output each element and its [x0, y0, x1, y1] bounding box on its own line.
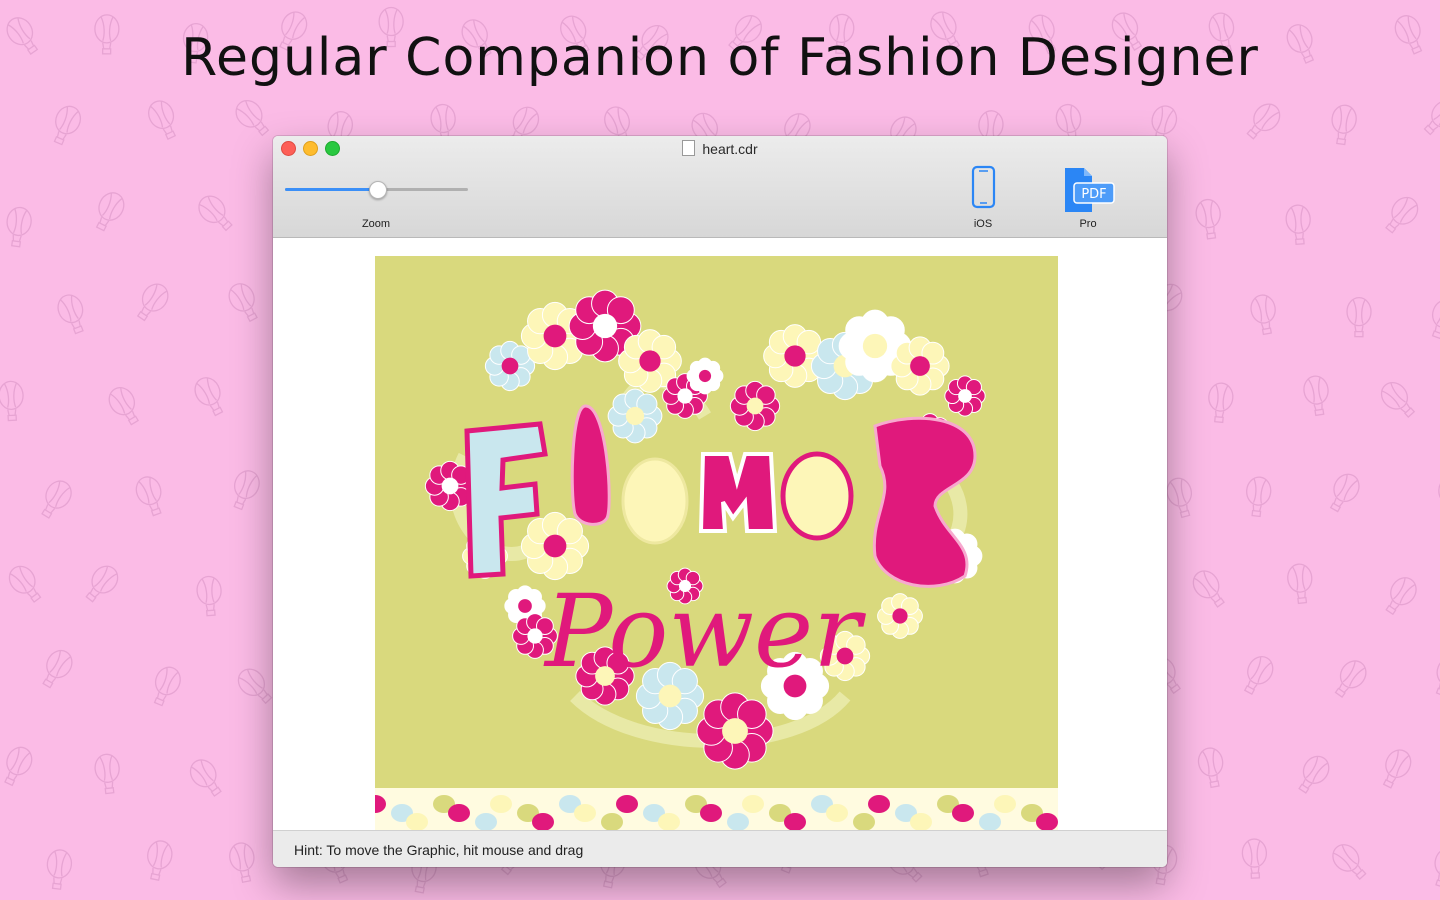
- pdf-badge-text: PDF: [1081, 187, 1106, 202]
- balloon-icon: [8, 565, 42, 603]
- flower: [944, 375, 986, 417]
- balloon-icon: [1166, 477, 1193, 519]
- balloon-icon: [1382, 749, 1412, 789]
- balloon-icon: [136, 283, 169, 322]
- zoom-slider-knob[interactable]: [368, 181, 387, 199]
- balloon-icon: [135, 476, 162, 517]
- flower: [520, 511, 590, 581]
- balloon-icon: [1208, 382, 1234, 424]
- flower: [890, 336, 950, 396]
- balloon-icon: [46, 849, 73, 890]
- strip-petal: [994, 795, 1016, 813]
- balloon-icon: [57, 294, 84, 335]
- balloon-icon: [1298, 755, 1330, 794]
- balloon-icon: [1332, 844, 1367, 880]
- balloon-icon: [1434, 847, 1440, 888]
- balloon-icon: [1246, 103, 1281, 140]
- balloon-icon: [148, 100, 177, 140]
- status-bar: Hint: To move the Graphic, hit mouse and…: [273, 830, 1167, 867]
- balloon-icon: [198, 195, 233, 232]
- pro-button[interactable]: PDF Pro: [1053, 164, 1123, 234]
- strip-petal: [574, 804, 596, 822]
- balloon-icon: [229, 842, 255, 884]
- flower: [607, 388, 663, 444]
- balloon-icon: [235, 99, 270, 137]
- balloon-icon: [94, 753, 120, 795]
- balloon-icon: [147, 840, 173, 881]
- balloon-icon: [237, 668, 273, 705]
- balloon-icon: [1195, 198, 1221, 240]
- balloon-icon: [189, 759, 222, 797]
- balloon-icon: [1243, 656, 1274, 696]
- headline: Regular Companion of Fashion Designer: [181, 28, 1259, 88]
- balloon-icon: [233, 470, 260, 511]
- balloon-icon: [1246, 476, 1272, 518]
- balloon-icon: [42, 649, 73, 689]
- balloon-icon: [1334, 660, 1367, 698]
- flower-power-artwork[interactable]: Power: [375, 256, 1058, 830]
- strip-petal: [490, 795, 512, 813]
- floral-pattern-strip: [375, 788, 1058, 830]
- balloon-icon: [1385, 577, 1417, 616]
- strip-petal: [700, 804, 722, 822]
- balloon-icon: [1241, 838, 1268, 879]
- zoom-slider-fill: [285, 188, 377, 191]
- balloon-icon: [1329, 473, 1360, 513]
- toolbar: heart.cdr Zoom iOS PDF Pro: [273, 136, 1167, 238]
- strip-petal: [826, 804, 848, 822]
- balloon-icon: [85, 565, 119, 603]
- balloon-icon: [108, 387, 140, 426]
- balloon-icon: [1380, 382, 1416, 418]
- balloon-icon: [53, 105, 82, 146]
- pro-label: Pro: [1079, 218, 1097, 230]
- strip-petal: [448, 804, 470, 822]
- zoom-slider[interactable]: [285, 181, 468, 199]
- app-window: heart.cdr Zoom iOS PDF Pro Power Hint: T…: [273, 136, 1167, 867]
- power-lettering: Power: [543, 573, 866, 690]
- zoom-label: Zoom: [361, 218, 391, 230]
- balloon-icon: [1431, 299, 1440, 340]
- balloon-icon: [1250, 294, 1276, 336]
- strip-petal: [742, 795, 764, 813]
- balloon-icon: [196, 575, 222, 617]
- window-title-bar: heart.cdr: [273, 140, 1167, 157]
- balloon-icon: [1435, 656, 1440, 697]
- balloon-icon: [1423, 100, 1440, 136]
- balloon-icon: [41, 480, 72, 519]
- canvas-area[interactable]: Power: [273, 238, 1167, 830]
- balloon-icon: [194, 377, 224, 417]
- window-title: heart.cdr: [702, 141, 758, 157]
- flower: [729, 380, 781, 432]
- strip-petal: [868, 795, 890, 813]
- document-icon: [682, 140, 696, 156]
- balloon-icon: [153, 666, 181, 707]
- balloon-icon: [1287, 563, 1313, 605]
- balloon-icon: [1303, 375, 1329, 417]
- balloon-icon: [1285, 204, 1311, 246]
- balloon-icon: [1197, 747, 1224, 789]
- balloon-icon: [1192, 570, 1225, 608]
- balloon-icon: [228, 283, 258, 323]
- balloon-icon: [95, 192, 125, 232]
- flower: [686, 357, 724, 395]
- pdf-file-icon: PDF: [1065, 168, 1115, 212]
- balloon-icon: [1346, 296, 1372, 338]
- phone-icon: [971, 165, 996, 209]
- flower: [696, 692, 774, 770]
- balloon-icon: [1331, 104, 1357, 146]
- strip-petal: [616, 795, 638, 813]
- balloon-icon: [1385, 196, 1419, 234]
- balloon-icon: [4, 746, 33, 787]
- ios-button[interactable]: iOS: [948, 164, 1018, 234]
- ios-label: iOS: [973, 218, 993, 230]
- strip-petal: [952, 804, 974, 822]
- hint-text: Hint: To move the Graphic, hit mouse and…: [294, 842, 584, 858]
- flower: [877, 593, 923, 639]
- balloon-icon: [0, 380, 24, 422]
- balloon-icon: [6, 206, 32, 248]
